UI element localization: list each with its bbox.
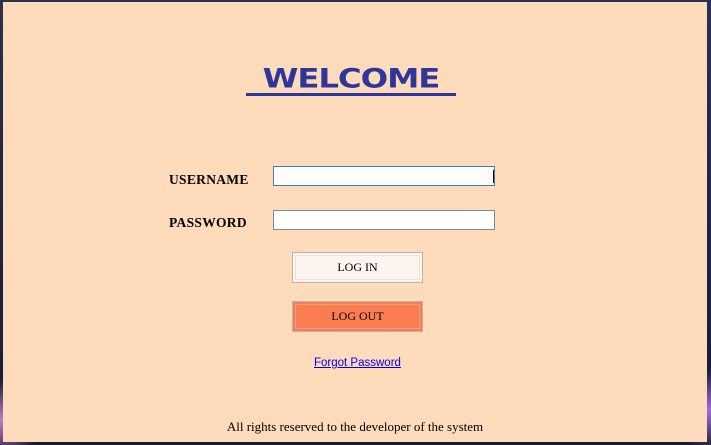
logout-button[interactable]: LOG OUT: [292, 301, 423, 332]
text-caret: [493, 170, 494, 183]
login-button-label: LOG IN: [337, 260, 378, 274]
password-label: PASSWORD: [169, 215, 247, 230]
welcome-title: WELCOME: [262, 63, 441, 95]
logout-button-label: LOG OUT: [331, 309, 384, 323]
login-window: WELCOME USERNAME PASSWORD LOG IN LOG OUT…: [3, 2, 707, 442]
forgot-password-link[interactable]: Forgot Password: [314, 357, 401, 369]
footer-copyright: All rights reserved to the developer of …: [226, 419, 484, 434]
welcome-banner: WELCOME: [246, 66, 456, 100]
username-input[interactable]: [273, 166, 495, 186]
welcome-underline: [246, 93, 456, 96]
login-button[interactable]: LOG IN: [292, 252, 423, 283]
password-input[interactable]: [273, 210, 495, 230]
username-label: USERNAME: [169, 172, 249, 187]
